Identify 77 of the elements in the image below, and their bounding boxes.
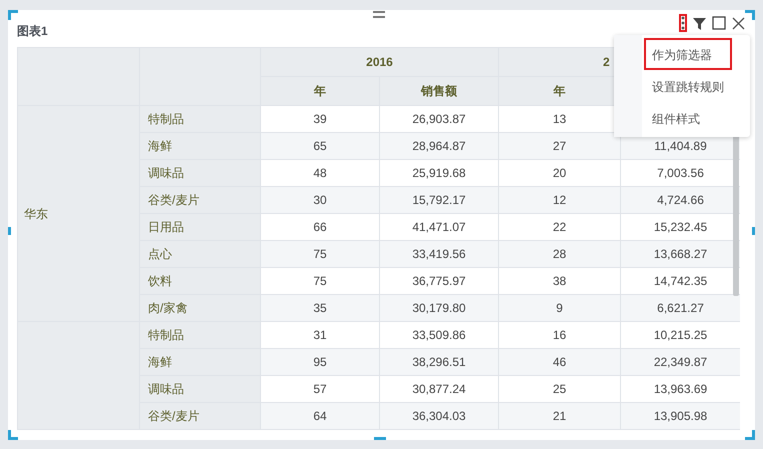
table-cell: 95 [313,355,327,369]
table-cell: 9 [556,301,563,315]
category-label: 点心 [148,247,172,261]
table-cell: 4,724.66 [657,193,704,207]
table-cell: 15,232.45 [654,220,708,234]
table-cell: 6,621.27 [657,301,704,315]
close-icon[interactable] [732,16,745,30]
table-cell: 25 [552,382,566,396]
resize-handle[interactable] [8,227,11,235]
table-cell: 38,296.51 [412,355,466,369]
table-cell: 28,964.87 [412,139,466,153]
table-cell: 30,179.80 [412,301,466,315]
table-cell: 16 [552,328,566,342]
category-label: 海鲜 [148,139,172,153]
resize-handle[interactable] [374,437,386,440]
table-cell: 75 [313,247,327,261]
table-cell: 75 [313,274,327,288]
column-header: 年 [314,84,326,98]
menu-item[interactable]: 设置跳转规则 [644,70,732,102]
category-label: 调味品 [148,382,184,396]
table-cell: 30,877.24 [412,382,466,396]
table-cell: 20 [552,166,566,180]
table-cell: 26,903.87 [412,112,466,126]
table-cell: 11,404.89 [654,139,707,153]
category-label: 特制品 [148,328,184,342]
table-cell: 14,742.35 [654,274,708,288]
table-cell: 25,919.68 [412,166,466,180]
table-cell: 31 [313,328,327,342]
table-cell: 22,349.87 [654,355,708,369]
maximize-icon[interactable] [712,16,726,30]
year-header: 2016 [366,55,393,69]
category-label: 日用品 [148,220,184,234]
table-cell: 10,215.25 [654,328,708,342]
table-cell: 46 [552,355,566,369]
table-cell: 64 [313,409,327,423]
table-cell: 65 [313,139,327,153]
table-cell: 27 [552,139,566,153]
table-cell: 28 [552,247,566,261]
table-cell: 33,509.86 [412,328,466,342]
table-cell: 36,304.03 [412,409,466,423]
table-cell: 21 [552,409,566,423]
filter-icon[interactable] [693,16,706,30]
table-cell: 13 [552,112,566,126]
table-cell: 48 [313,166,327,180]
table-cell: 12 [552,193,566,207]
table-cell: 38 [552,274,566,288]
drag-handle-icon[interactable] [373,11,385,19]
menu-item[interactable]: 作为筛选器 [644,38,732,70]
more-button[interactable] [679,14,687,32]
table-cell: 33,419.56 [412,247,466,261]
category-label: 特制品 [148,112,184,126]
table-cell: 13,963.69 [654,382,708,396]
region-label: 华东 [24,206,48,220]
column-header: 销售额 [421,84,457,98]
table-cell: 7,003.56 [657,166,704,180]
table-cell: 39 [313,112,327,126]
category-label: 饮料 [148,274,172,288]
category-label: 海鲜 [148,355,172,369]
resize-handle[interactable] [752,227,755,235]
table-cell: 41,471.07 [412,220,466,234]
table-cell: 22 [552,220,566,234]
year-header: 2 [603,55,610,69]
table-cell: 30 [313,193,327,207]
column-header: 年 [554,84,566,98]
table-cell: 13,668.27 [654,247,708,261]
menu-item[interactable]: 组件样式 [644,102,732,134]
category-label: 谷类/麦片 [148,409,200,423]
table-cell: 35 [313,301,327,315]
category-label: 调味品 [148,166,184,180]
category-label: 肉/家禽 [148,301,188,315]
table-cell: 15,792.17 [412,193,466,207]
table-cell: 66 [313,220,327,234]
chart-title: 图表1 [17,22,48,40]
table-cell: 36,775.97 [412,274,466,288]
table-cell: 13,905.98 [654,409,708,423]
category-label: 谷类/麦片 [148,193,200,207]
table-cell: 57 [313,382,327,396]
